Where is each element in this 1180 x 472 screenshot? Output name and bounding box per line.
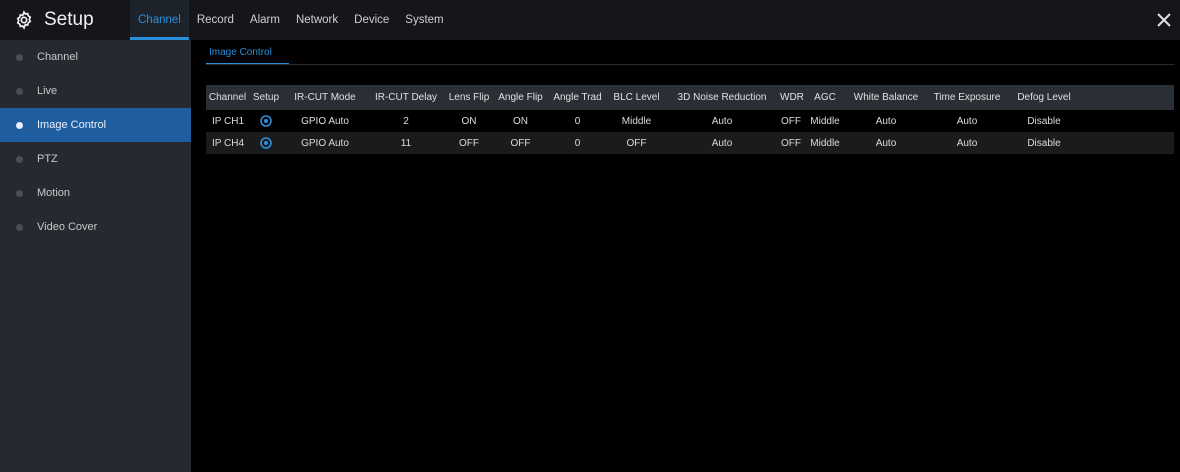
page-title: Setup bbox=[44, 9, 94, 30]
column-header: Time Exposure bbox=[926, 85, 1008, 110]
brand: Setup bbox=[14, 6, 94, 34]
cell-3d-noise: Auto bbox=[666, 110, 778, 132]
column-header: Defog Level bbox=[1008, 85, 1080, 110]
sidebar-item-label: Video Cover bbox=[37, 221, 98, 233]
cell-defog-level: Disable bbox=[1008, 132, 1080, 154]
cell-wdr: OFF bbox=[778, 132, 804, 154]
cell-ircut-mode: GPIO Auto bbox=[283, 110, 367, 132]
cell-empty bbox=[1080, 110, 1174, 132]
column-header: Angle Flip bbox=[493, 85, 548, 110]
cell-agc: Middle bbox=[804, 132, 846, 154]
table-row[interactable]: IP CH4 GPIO Auto 11 OFF OFF 0 OFF Auto O… bbox=[206, 132, 1174, 154]
tab-record[interactable]: Record bbox=[189, 0, 242, 40]
cell-empty bbox=[1080, 132, 1174, 154]
cell-time-exposure: Auto bbox=[926, 110, 1008, 132]
bullet-icon bbox=[16, 189, 23, 197]
sidebar-item-label: PTZ bbox=[37, 153, 58, 165]
close-icon[interactable] bbox=[1156, 12, 1172, 28]
bullet-icon bbox=[16, 53, 23, 61]
cell-white-balance: Auto bbox=[846, 110, 926, 132]
column-header: BLC Level bbox=[607, 85, 666, 110]
cell-ircut-delay: 2 bbox=[367, 110, 445, 132]
cell-ircut-delay: 11 bbox=[367, 132, 445, 154]
cell-blc-level: OFF bbox=[607, 132, 666, 154]
gear-icon bbox=[16, 10, 32, 30]
setup-gear-icon[interactable] bbox=[260, 115, 272, 127]
table-header: Channel Setup IR-CUT Mode IR-CUT Delay L… bbox=[206, 85, 1174, 110]
bullet-icon bbox=[16, 223, 23, 231]
cell-angle-flip: OFF bbox=[493, 132, 548, 154]
cell-white-balance: Auto bbox=[846, 132, 926, 154]
cell-angle-flip: ON bbox=[493, 110, 548, 132]
column-header: 3D Noise Reduction bbox=[666, 85, 778, 110]
cell-time-exposure: Auto bbox=[926, 132, 1008, 154]
table-row[interactable]: IP CH1 GPIO Auto 2 ON ON 0 Middle Auto O… bbox=[206, 110, 1174, 132]
column-header: WDR bbox=[778, 85, 804, 110]
top-bar: Setup Channel Record Alarm Network Devic… bbox=[0, 0, 1180, 40]
column-header: Lens Flip bbox=[445, 85, 493, 110]
cell-lens-flip: OFF bbox=[445, 132, 493, 154]
sub-tabs: Image Control bbox=[206, 40, 289, 65]
column-header: Channel bbox=[206, 85, 249, 110]
tab-network[interactable]: Network bbox=[288, 0, 346, 40]
column-header: IR-CUT Delay bbox=[367, 85, 445, 110]
tab-device[interactable]: Device bbox=[346, 0, 397, 40]
cell-setup[interactable] bbox=[249, 132, 283, 154]
column-header: White Balance bbox=[846, 85, 926, 110]
main-panel: Image Control Channel Setup IR-CUT Mode … bbox=[191, 40, 1180, 472]
image-control-table: Channel Setup IR-CUT Mode IR-CUT Delay L… bbox=[206, 85, 1174, 154]
bullet-icon bbox=[16, 121, 23, 129]
cell-angle-trad: 0 bbox=[548, 132, 607, 154]
tab-channel[interactable]: Channel bbox=[130, 0, 189, 40]
cell-channel: IP CH4 bbox=[206, 132, 249, 154]
bullet-icon bbox=[16, 155, 23, 163]
setup-gear-icon[interactable] bbox=[260, 137, 272, 149]
sidebar-item-live[interactable]: Live bbox=[0, 74, 191, 108]
sidebar-item-channel[interactable]: Channel bbox=[0, 40, 191, 74]
sidebar-item-label: Motion bbox=[37, 187, 71, 199]
sidebar-item-label: Channel bbox=[37, 51, 78, 63]
cell-agc: Middle bbox=[804, 110, 846, 132]
sidebar-item-motion[interactable]: Motion bbox=[0, 176, 191, 210]
sidebar-item-image-control[interactable]: Image Control bbox=[0, 108, 191, 142]
column-header: Angle Trad bbox=[548, 85, 607, 110]
cell-wdr: OFF bbox=[778, 110, 804, 132]
sidebar-item-label: Image Control bbox=[37, 119, 107, 131]
sidebar-item-ptz[interactable]: PTZ bbox=[0, 142, 191, 176]
top-nav: Channel Record Alarm Network Device Syst… bbox=[130, 0, 452, 40]
cell-3d-noise: Auto bbox=[666, 132, 778, 154]
divider bbox=[206, 64, 1175, 65]
column-header: IR-CUT Mode bbox=[283, 85, 367, 110]
bullet-icon bbox=[16, 87, 23, 95]
sidebar-item-video-cover[interactable]: Video Cover bbox=[0, 210, 191, 244]
cell-ircut-mode: GPIO Auto bbox=[283, 132, 367, 154]
tab-alarm[interactable]: Alarm bbox=[242, 0, 288, 40]
cell-channel: IP CH1 bbox=[206, 110, 249, 132]
column-header: AGC bbox=[804, 85, 846, 110]
column-header bbox=[1080, 85, 1174, 110]
sidebar: Channel Live Image Control PTZ Motion Vi… bbox=[0, 40, 191, 472]
cell-lens-flip: ON bbox=[445, 110, 493, 132]
cell-blc-level: Middle bbox=[607, 110, 666, 132]
cell-angle-trad: 0 bbox=[548, 110, 607, 132]
cell-defog-level: Disable bbox=[1008, 110, 1080, 132]
cell-setup[interactable] bbox=[249, 110, 283, 132]
column-header: Setup bbox=[249, 85, 283, 110]
tab-system[interactable]: System bbox=[397, 0, 451, 40]
sidebar-item-label: Live bbox=[37, 85, 58, 97]
tab-image-control[interactable]: Image Control bbox=[206, 40, 289, 65]
